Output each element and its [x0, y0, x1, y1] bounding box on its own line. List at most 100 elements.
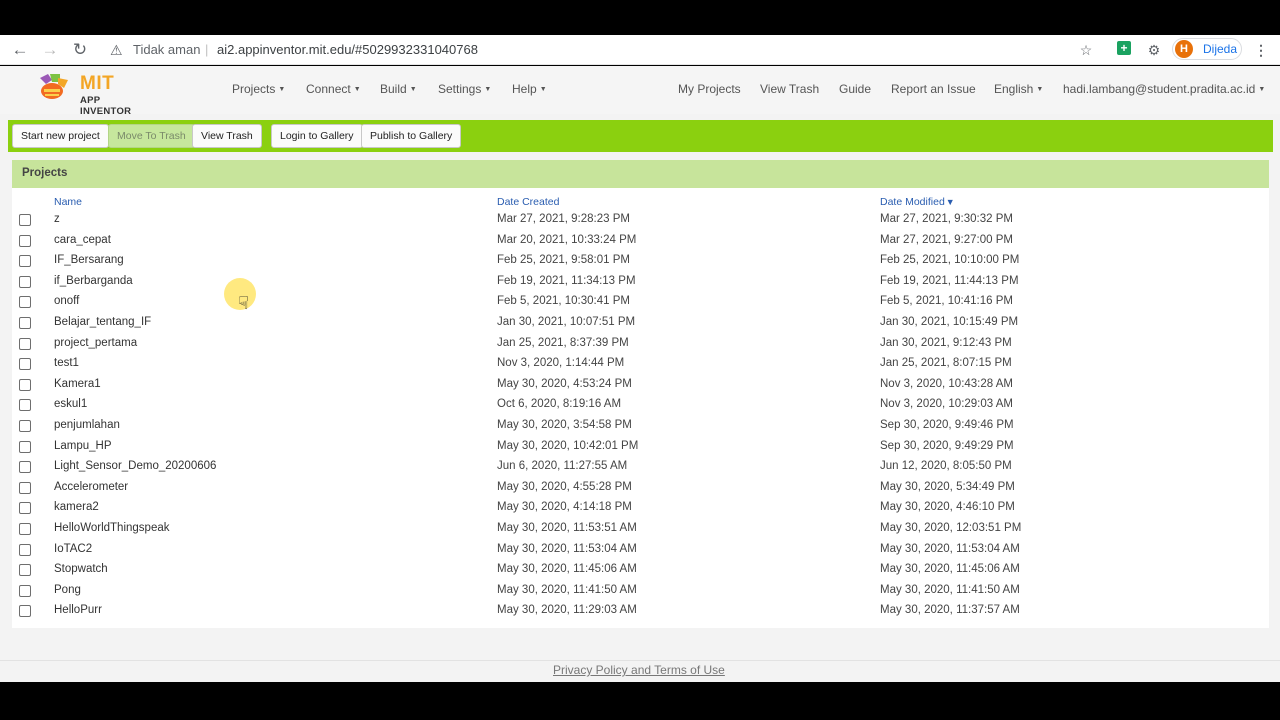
date-modified: Jun 12, 2020, 8:05:50 PM: [880, 460, 1012, 473]
project-name[interactable]: onoff: [54, 295, 79, 307]
table-row[interactable]: if_Berbarganda Feb 19, 2021, 11:34:13 PM F…: [12, 272, 1269, 293]
project-name[interactable]: IoTAC2: [54, 543, 92, 555]
account-menu[interactable]: hadi.lambang@student.pradita.ac.id ▼: [1063, 82, 1265, 96]
table-row[interactable]: Lampu_HP May 30, 2020, 10:42:01 PM Sep 30,…: [12, 437, 1269, 458]
project-name[interactable]: Accelerometer: [54, 481, 128, 493]
date-created: Jan 30, 2021, 10:07:51 PM: [497, 315, 636, 328]
table-row[interactable]: Belajar_tentang_IF Jan 30, 2021, 10:07:51…: [12, 313, 1269, 334]
forward-icon[interactable]: →: [40, 40, 60, 60]
publish-to-gallery-button[interactable]: Publish to Gallery: [361, 124, 462, 148]
menu-icon[interactable]: ⋮: [1252, 41, 1270, 59]
row-checkbox[interactable]: [19, 564, 31, 577]
row-checkbox[interactable]: [19, 234, 31, 247]
login-to-gallery-button[interactable]: Login to Gallery: [271, 124, 363, 148]
row-checkbox[interactable]: [19, 543, 31, 556]
row-checkbox[interactable]: [19, 584, 31, 597]
logo-title: MIT: [80, 73, 115, 94]
table-row[interactable]: eskul1 Oct 6, 2020, 8:19:16 AM Nov 3, 2020…: [12, 395, 1269, 416]
row-checkbox[interactable]: [19, 502, 31, 515]
row-checkbox[interactable]: [19, 440, 31, 453]
table-row[interactable]: HelloPurr May 30, 2020, 11:29:03 AM May 30…: [12, 601, 1269, 622]
project-name[interactable]: IF_Bersarang: [54, 254, 124, 266]
project-name[interactable]: cara_cepat: [54, 234, 111, 246]
column-name[interactable]: Name: [54, 196, 82, 208]
row-checkbox[interactable]: [19, 337, 31, 350]
project-name[interactable]: z: [54, 213, 60, 225]
warning-icon: ⚠: [110, 42, 123, 58]
table-row[interactable]: HelloWorldThingspeak May 30, 2020, 11:53:…: [12, 519, 1269, 540]
menu-label: Settings: [438, 82, 482, 96]
logo[interactable]: MIT APP INVENTOR: [34, 70, 154, 117]
project-name[interactable]: Stopwatch: [54, 563, 108, 575]
table-row[interactable]: kamera2 May 30, 2020, 4:14:18 PM May 30, 2…: [12, 498, 1269, 519]
view-trash-button[interactable]: View Trash: [192, 124, 262, 148]
date-created: May 30, 2020, 11:45:06 AM: [497, 563, 637, 576]
back-icon[interactable]: ←: [10, 40, 30, 60]
menu-settings[interactable]: Settings ▼: [438, 82, 491, 96]
project-name[interactable]: if_Berbarganda: [54, 275, 133, 287]
table-row[interactable]: IF_Bersarang Feb 25, 2021, 9:58:01 PM Feb …: [12, 251, 1269, 272]
row-checkbox[interactable]: [19, 296, 31, 309]
project-name[interactable]: Kamera1: [54, 378, 101, 390]
puzzle-icon[interactable]: ⚙: [1145, 41, 1163, 59]
date-modified: Nov 3, 2020, 10:43:28 AM: [880, 377, 1013, 390]
date-created: May 30, 2020, 10:42:01 PM: [497, 439, 639, 452]
table-row[interactable]: cara_cepat Mar 20, 2021, 10:33:24 PM Mar 2…: [12, 231, 1269, 252]
table-row[interactable]: Pong May 30, 2020, 11:41:50 AM May 30, 202…: [12, 581, 1269, 602]
extension-icon[interactable]: +: [1117, 41, 1131, 55]
menu-build[interactable]: Build ▼: [380, 82, 417, 96]
privacy-policy-link[interactable]: Privacy Policy and Terms of Use: [553, 663, 725, 677]
language-menu[interactable]: English ▼: [994, 82, 1043, 96]
table-row[interactable]: test1 Nov 3, 2020, 1:14:44 PM Jan 25, 2021…: [12, 354, 1269, 375]
project-name[interactable]: test1: [54, 357, 79, 369]
project-name[interactable]: project_pertama: [54, 337, 137, 349]
row-checkbox[interactable]: [19, 522, 31, 535]
link-view-trash[interactable]: View Trash: [760, 82, 819, 96]
row-checkbox[interactable]: [19, 605, 31, 618]
row-checkbox[interactable]: [19, 399, 31, 412]
row-checkbox[interactable]: [19, 275, 31, 288]
table-row[interactable]: project_pertama Jan 25, 2021, 8:37:39 PM J…: [12, 334, 1269, 355]
link-my-projects[interactable]: My Projects: [678, 82, 741, 96]
table-row[interactable]: Kamera1 May 30, 2020, 4:53:24 PM Nov 3, 20…: [12, 375, 1269, 396]
table-row[interactable]: penjumlahan May 30, 2020, 3:54:58 PM Sep 3…: [12, 416, 1269, 437]
row-checkbox[interactable]: [19, 255, 31, 268]
project-name[interactable]: kamera2: [54, 501, 99, 513]
menu-connect[interactable]: Connect ▼: [306, 82, 361, 96]
project-name[interactable]: Belajar_tentang_IF: [54, 316, 151, 328]
row-checkbox[interactable]: [19, 481, 31, 494]
row-checkbox[interactable]: [19, 316, 31, 329]
project-name[interactable]: Pong: [54, 584, 81, 596]
start-new-project-button[interactable]: Start new project: [12, 124, 109, 148]
menu-projects[interactable]: Projects ▼: [232, 82, 285, 96]
column-date-modified[interactable]: Date Modified▼: [880, 196, 955, 208]
sort-desc-icon: ▼: [945, 197, 955, 207]
profile-chip[interactable]: H Dijeda: [1172, 38, 1242, 60]
project-name[interactable]: penjumlahan: [54, 419, 120, 431]
table-row[interactable]: Stopwatch May 30, 2020, 11:45:06 AM May 30…: [12, 560, 1269, 581]
link-guide[interactable]: Guide: [839, 82, 871, 96]
move-to-trash-button[interactable]: Move To Trash: [108, 124, 195, 148]
row-checkbox[interactable]: [19, 214, 31, 226]
project-name[interactable]: Light_Sensor_Demo_20200606: [54, 460, 216, 472]
column-date-created[interactable]: Date Created: [497, 196, 559, 208]
project-name[interactable]: HelloPurr: [54, 604, 102, 616]
reload-icon[interactable]: ↻: [70, 40, 90, 60]
project-name[interactable]: HelloWorldThingspeak: [54, 522, 169, 534]
row-checkbox[interactable]: [19, 358, 31, 371]
table-row[interactable]: onoff Feb 5, 2021, 10:30:41 PM Feb 5, 2021…: [12, 292, 1269, 313]
table-row[interactable]: IoTAC2 May 30, 2020, 11:53:04 AM May 30, 2…: [12, 540, 1269, 561]
date-created: May 30, 2020, 11:53:51 AM: [497, 521, 637, 534]
project-name[interactable]: Lampu_HP: [54, 440, 112, 452]
table-row[interactable]: Light_Sensor_Demo_20200606 Jun 6, 2020, 1…: [12, 457, 1269, 478]
menu-help[interactable]: Help ▼: [512, 82, 547, 96]
row-checkbox[interactable]: [19, 378, 31, 391]
star-icon[interactable]: ☆: [1077, 41, 1095, 59]
address-bar[interactable]: ⚠ Tidak aman | ai2.appinventor.mit.edu/#…: [104, 37, 1104, 63]
link-report-issue[interactable]: Report an Issue: [891, 82, 976, 96]
row-checkbox[interactable]: [19, 461, 31, 474]
row-checkbox[interactable]: [19, 419, 31, 432]
table-row[interactable]: Accelerometer May 30, 2020, 4:55:28 PM May…: [12, 478, 1269, 499]
project-name[interactable]: eskul1: [54, 398, 87, 410]
table-row[interactable]: z Mar 27, 2021, 9:28:23 PM Mar 27, 2021, 9…: [12, 210, 1269, 231]
